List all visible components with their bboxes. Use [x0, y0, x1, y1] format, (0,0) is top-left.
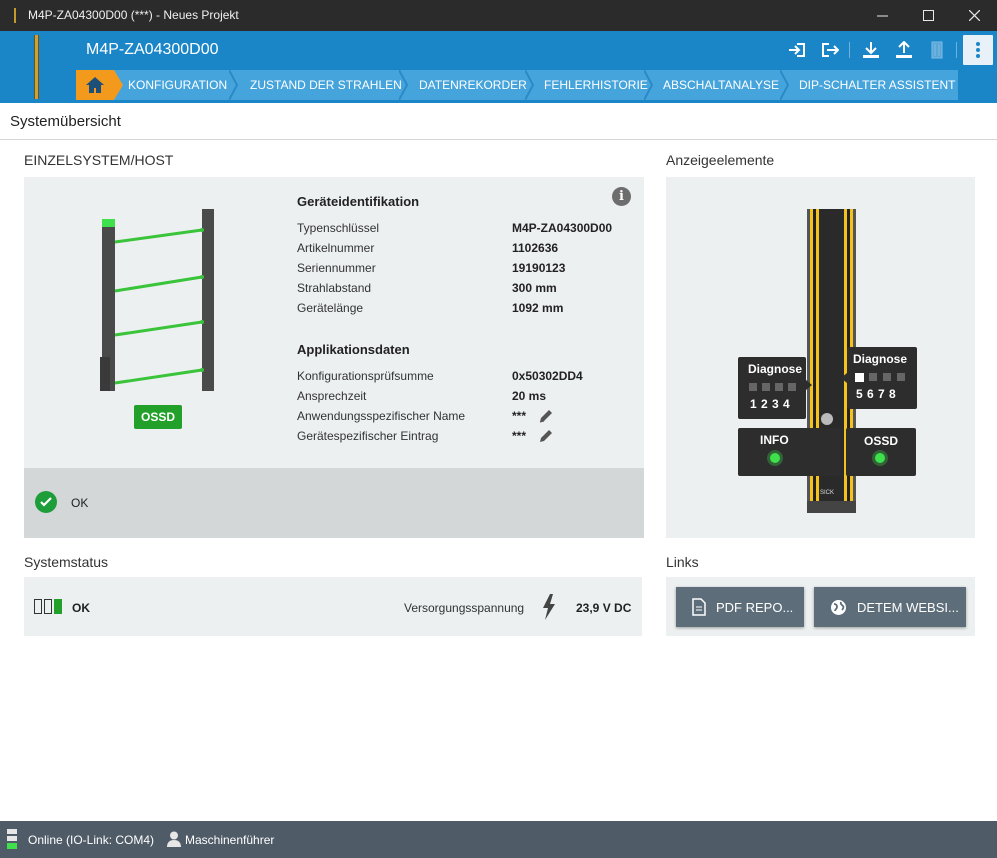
tab-separator: [114, 70, 123, 100]
login-button[interactable]: [786, 39, 808, 61]
label-ansprechzeit: Ansprechzeit: [297, 389, 367, 403]
close-icon: [968, 10, 980, 21]
connection-status: Online (IO-Link: COM4): [28, 833, 155, 847]
logout-button[interactable]: [819, 39, 841, 61]
display-section-title: Anzeigeelemente: [666, 152, 775, 168]
download-icon: [863, 42, 879, 58]
connection-icon: [7, 829, 17, 849]
status-level-icon: [34, 599, 62, 614]
diagnose-left-title: Diagnose: [748, 362, 803, 376]
ok-check-icon: [35, 491, 57, 513]
tab-konfiguration[interactable]: KONFIGURATION: [128, 70, 227, 100]
detem-website-label: DETEM WEBSI...: [857, 599, 959, 615]
label-strahlabstand: Strahlabstand: [297, 281, 372, 295]
tab-dip-schalter-assistent[interactable]: DIP-SCHALTER ASSISTENT: [799, 70, 955, 100]
lightning-icon: [543, 594, 555, 620]
divider: [0, 139, 997, 140]
minimize-icon: [876, 15, 888, 17]
home-icon: [86, 77, 104, 93]
ossd-status-badge: OSSD: [134, 405, 182, 429]
app-icon: [14, 8, 16, 23]
system-card: OSSD Geräteidentifikation i Typenschlüss…: [24, 177, 644, 538]
tab-fehlerhistorie[interactable]: FEHLERHISTORIE: [544, 70, 648, 100]
nav-tabs: KONFIGURATION ZUSTAND DER STRAHLEN DATEN…: [76, 70, 958, 100]
systemstatus-card: OK Versorgungsspannung 23,9 V DC: [24, 577, 642, 636]
memory-icon: [931, 41, 943, 59]
maximize-button[interactable]: [905, 0, 951, 31]
tab-abschaltanalyse[interactable]: ABSCHALTANALYSE: [663, 70, 779, 100]
edit-name-pencil-icon[interactable]: [538, 408, 554, 424]
upload-button[interactable]: [893, 39, 915, 61]
window-title: M4P-ZA04300D00 (***) - Neues Projekt: [28, 8, 239, 22]
pdf-document-icon: [692, 598, 706, 616]
more-vertical-icon: [976, 42, 980, 58]
label-typenschluessel: Typenschlüssel: [297, 221, 380, 235]
label-konfigurationspruefsumme: Konfigurationsprüfsumme: [297, 369, 434, 383]
label-artikelnummer: Artikelnummer: [297, 241, 375, 255]
device-thumbnail: [0, 31, 74, 103]
globe-icon: [831, 599, 846, 615]
device-display-illustration: SICK: [738, 209, 917, 513]
status-bar: Online (IO-Link: COM4) Maschinenführer: [0, 821, 997, 858]
tab-datenrekorder[interactable]: DATENREKORDER: [419, 70, 527, 100]
links-section-title: Links: [666, 554, 699, 570]
close-button[interactable]: [951, 0, 997, 31]
label-anwendungsspezifischer-name: Anwendungsspezifischer Name: [297, 409, 466, 423]
value-artikelnummer: 1102636: [512, 241, 559, 255]
value-konfigurationspruefsumme: 0x50302DD4: [512, 369, 583, 383]
pdf-report-button[interactable]: PDF REPO...: [676, 587, 804, 627]
label-geraetespezifischer-eintrag: Gerätespezifischer Eintrag: [297, 429, 439, 443]
tab-home[interactable]: [76, 70, 114, 100]
login-icon: [789, 43, 805, 57]
label-seriennummer: Seriennummer: [297, 261, 376, 275]
app-data-heading: Applikationsdaten: [297, 342, 410, 357]
info-led-label: INFO: [760, 433, 789, 447]
system-status-footer: OK: [24, 468, 644, 538]
logout-icon: [822, 43, 839, 57]
light-curtain-illustration: [100, 209, 214, 391]
display-elements-card: SICK Diagnose 1 2 3 4 Diagnose 5 6 7 8 I…: [666, 177, 975, 538]
value-ansprechzeit: 20 ms: [512, 389, 547, 403]
device-memory-button[interactable]: [926, 39, 948, 61]
upload-icon: [896, 41, 912, 58]
more-menu-button[interactable]: [963, 35, 993, 65]
value-typenschluessel: M4P-ZA04300D00: [512, 221, 613, 235]
tab-zustand-der-strahlen[interactable]: ZUSTAND DER STRAHLEN: [250, 70, 402, 100]
user-icon: [167, 831, 181, 847]
ossd-led-label: OSSD: [864, 434, 899, 448]
diagnose-right-title: Diagnose: [853, 352, 908, 366]
device-name: M4P-ZA04300D00: [86, 41, 219, 58]
value-geraetelaenge: 1092 mm: [512, 301, 564, 315]
svg-text:SICK: SICK: [820, 490, 834, 496]
minimize-button[interactable]: [859, 0, 905, 31]
download-button[interactable]: [860, 39, 882, 61]
diagnose-right-numbers: 5 6 7 8: [856, 387, 896, 401]
pdf-report-label: PDF REPO...: [716, 599, 794, 615]
label-geraetelaenge: Gerätelänge: [297, 301, 364, 315]
edit-entry-pencil-icon[interactable]: [538, 428, 554, 444]
systemstatus-value: OK: [72, 601, 90, 615]
supply-voltage-label: Versorgungsspannung: [404, 601, 525, 615]
user-role: Maschinenführer: [185, 833, 275, 847]
value-seriennummer: 19190123: [512, 261, 566, 275]
maximize-icon: [922, 10, 934, 21]
systemstatus-section-title: Systemstatus: [24, 554, 109, 570]
detem-website-button[interactable]: DETEM WEBSI...: [814, 587, 966, 627]
app-header: M4P-ZA04300D00 KONFIGURATION ZUSTAND DER…: [0, 31, 997, 103]
supply-voltage-value: 23,9 V DC: [576, 601, 632, 615]
diagnose-left-numbers: 1 2 3 4: [750, 397, 790, 411]
system-section-title: EINZELSYSTEM/HOST: [24, 152, 174, 168]
info-icon[interactable]: i: [612, 187, 631, 206]
value-anwendungsspezifischer-name: ***: [512, 409, 527, 423]
value-strahlabstand: 300 mm: [512, 281, 557, 295]
title-bar: M4P-ZA04300D00 (***) - Neues Projekt: [0, 0, 997, 31]
page-title: Systemübersicht: [10, 113, 121, 130]
device-id-heading: Geräteidentifikation: [297, 194, 420, 209]
links-card: PDF REPO... DETEM WEBSI...: [666, 577, 975, 636]
system-ok-text: OK: [71, 496, 89, 510]
value-geraetespezifischer-eintrag: ***: [512, 429, 527, 443]
